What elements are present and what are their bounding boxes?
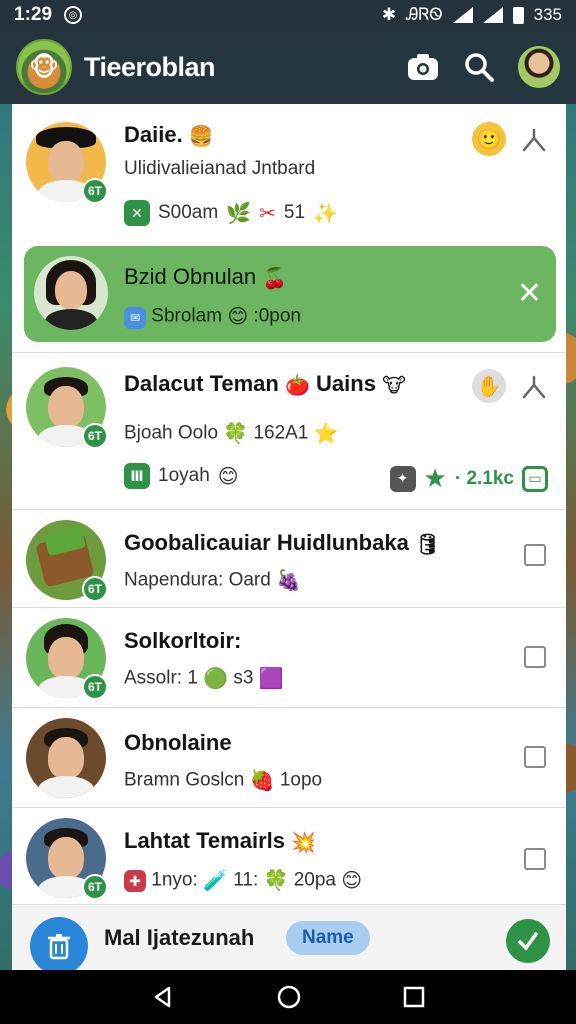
camera-icon[interactable] xyxy=(406,50,440,84)
status-bar: 1:29 ◎ ✱ ᎯᏒᏫ 335 xyxy=(0,0,576,30)
meta-time: S00am xyxy=(158,202,219,223)
profile-avatar[interactable] xyxy=(518,46,560,88)
online-badge: 6T xyxy=(82,423,108,449)
star-burst-emoji: 💥 xyxy=(291,831,317,854)
gift-icon: ✚ xyxy=(124,870,146,893)
last-message: Bramn Goslcn 🍓 1opo xyxy=(124,769,323,792)
avatar xyxy=(34,256,108,330)
burger-emoji: 🍔 xyxy=(188,125,214,148)
close-icon[interactable]: ✕ xyxy=(517,276,542,311)
app-bar: 🐵 Tieeroblan xyxy=(0,30,576,104)
puzzle-icon: ✦ xyxy=(389,465,416,492)
notification-icon: ◎ xyxy=(64,6,83,24)
status-right: ✱ ᎯᏒᏫ 335 xyxy=(382,5,562,25)
star-emoji: ⭐ xyxy=(313,423,339,445)
clover-emoji: 🍀 xyxy=(263,870,289,892)
smile-emoji: 😊 xyxy=(217,465,239,488)
status-time: 1:29 xyxy=(14,4,53,25)
trash-icon[interactable] xyxy=(30,917,88,975)
tomato-emoji: 🍅 xyxy=(284,374,310,397)
flask-emoji: 🧪 xyxy=(203,870,228,892)
wifi-icon xyxy=(452,7,473,23)
meta-count: 51 xyxy=(283,202,306,223)
online-badge: 6T xyxy=(82,674,108,700)
app-title: Tieeroblan xyxy=(84,51,216,82)
selected-chat-row[interactable]: Bzid Obnulan 🍒 ✉ Sbrolam 😊 :0pon ✕ xyxy=(24,246,556,342)
clover-emoji: 🍀 xyxy=(223,423,249,445)
confirm-check-button[interactable] xyxy=(506,919,550,963)
share-icon[interactable] xyxy=(520,373,548,401)
last-message: Bjoah Oolo 🍀 162A1 ⭐ xyxy=(124,422,339,445)
chat-row[interactable]: 6T Goobalicauiar Huidlunbaka 🛢 Napendura… xyxy=(12,510,566,608)
last-message: Napendura: Oard 🍇 xyxy=(124,569,302,592)
bottom-bar: Mal Ijatezunah Name xyxy=(12,904,566,975)
chat-list: 6T Daiie. 🍔 Ulidivalieianad Jntbard ✕ S0… xyxy=(12,104,566,904)
smile-emoji: 😊 xyxy=(341,870,363,892)
select-checkbox[interactable] xyxy=(524,646,546,668)
message-stats: ✦ ★ · 2.1kc ▭ xyxy=(389,463,548,494)
cow-emoji: 🐮 xyxy=(382,374,406,397)
contact-name: Bzid Obnulan 🍒 xyxy=(124,264,288,290)
berry-emoji: 🍓 xyxy=(249,770,275,792)
chat-bubble-icon: ✕ xyxy=(124,200,150,226)
last-message: ✚ 1nyo: 🧪 11: 🍀 20pa 😊 xyxy=(124,868,362,893)
app-logo-icon[interactable]: 🐵 xyxy=(16,39,72,95)
back-icon[interactable] xyxy=(151,985,175,1009)
bottom-label: Mal Ijatezunah xyxy=(104,925,255,950)
bookmark-icon: ▭ xyxy=(522,465,548,492)
fruit-emoji: 🍇 xyxy=(276,570,302,592)
contact-name: Lahtat Temairls 💥 xyxy=(124,828,317,854)
home-icon[interactable] xyxy=(276,984,302,1010)
search-icon[interactable] xyxy=(462,50,496,84)
recents-icon[interactable] xyxy=(403,986,425,1008)
select-checkbox[interactable] xyxy=(524,848,546,870)
green-emoji: 🟢 xyxy=(203,668,229,690)
plant-emoji: 🌿 xyxy=(226,202,252,225)
contact-name: Obnolaine xyxy=(124,730,232,755)
appbar-actions xyxy=(406,46,560,88)
smile-emoji: 😊 xyxy=(227,306,249,328)
reaction-icon[interactable]: ✋ xyxy=(472,369,506,403)
contact-name: Goobalicauiar Huidlunbaka 🛢 xyxy=(124,530,441,556)
select-checkbox[interactable] xyxy=(524,544,546,566)
online-badge: 6T xyxy=(82,874,108,900)
online-badge: 6T xyxy=(82,576,108,602)
battery-icon xyxy=(512,6,524,24)
chat-row[interactable]: Obnolaine Bramn Goslcn 🍓 1opo xyxy=(12,708,566,808)
message-meta: ✕ S00am 🌿 ✂ 51 ✨ xyxy=(124,200,338,226)
last-message: ✉ Sbrolam 😊 :0pon xyxy=(124,304,301,329)
box-emoji: 🟪 xyxy=(258,668,284,690)
last-message: Assolr: 1 🟢 s3 🟪 xyxy=(124,667,284,690)
battery-level: 335 xyxy=(533,5,562,24)
contact-name: Daiie. 🍔 xyxy=(124,122,214,148)
barrel-emoji: 🛢 xyxy=(414,533,441,556)
chat-row[interactable]: 6T Lahtat Temairls 💥 ✚ 1nyo: 🧪 11: 🍀 20p… xyxy=(12,808,566,904)
chat-row[interactable]: 6T Daiie. 🍔 Ulidivalieianad Jntbard ✕ S0… xyxy=(12,104,566,246)
chat-row[interactable]: 6T Dalacut Teman 🍅 Uains 🐮 Bjoah Oolo 🍀 … xyxy=(12,352,566,510)
smiley-icon[interactable]: 🙂 xyxy=(472,122,506,156)
name-chip[interactable]: Name xyxy=(286,921,370,955)
chat-row[interactable]: 6T Solkorltoir: Assolr: 1 🟢 s3 🟪 xyxy=(12,608,566,708)
mail-icon: ✉ xyxy=(124,306,146,329)
cherry-emoji: 🍒 xyxy=(262,267,288,290)
online-badge: 6T xyxy=(82,178,108,204)
grid-icon: Ⅲ xyxy=(124,463,150,489)
star-icon: ★ xyxy=(423,463,447,493)
message-meta: Ⅲ 1oyah 😊 xyxy=(124,463,239,489)
avatar xyxy=(26,718,106,798)
scissors-emoji: ✂ xyxy=(259,202,276,225)
status-network-text: ᎯᏒᏫ xyxy=(406,5,443,24)
sparkle-emoji: ✨ xyxy=(313,202,338,225)
contact-name: Dalacut Teman 🍅 Uains 🐮 xyxy=(124,371,406,397)
signal-icon xyxy=(482,7,503,23)
contact-name: Solkorltoir: xyxy=(124,628,242,653)
system-nav-bar xyxy=(0,970,576,1024)
last-message: Ulidivalieianad Jntbard xyxy=(124,158,316,179)
select-checkbox[interactable] xyxy=(524,746,546,768)
bluetooth-icon: ✱ xyxy=(381,5,397,24)
share-icon[interactable] xyxy=(520,126,548,154)
